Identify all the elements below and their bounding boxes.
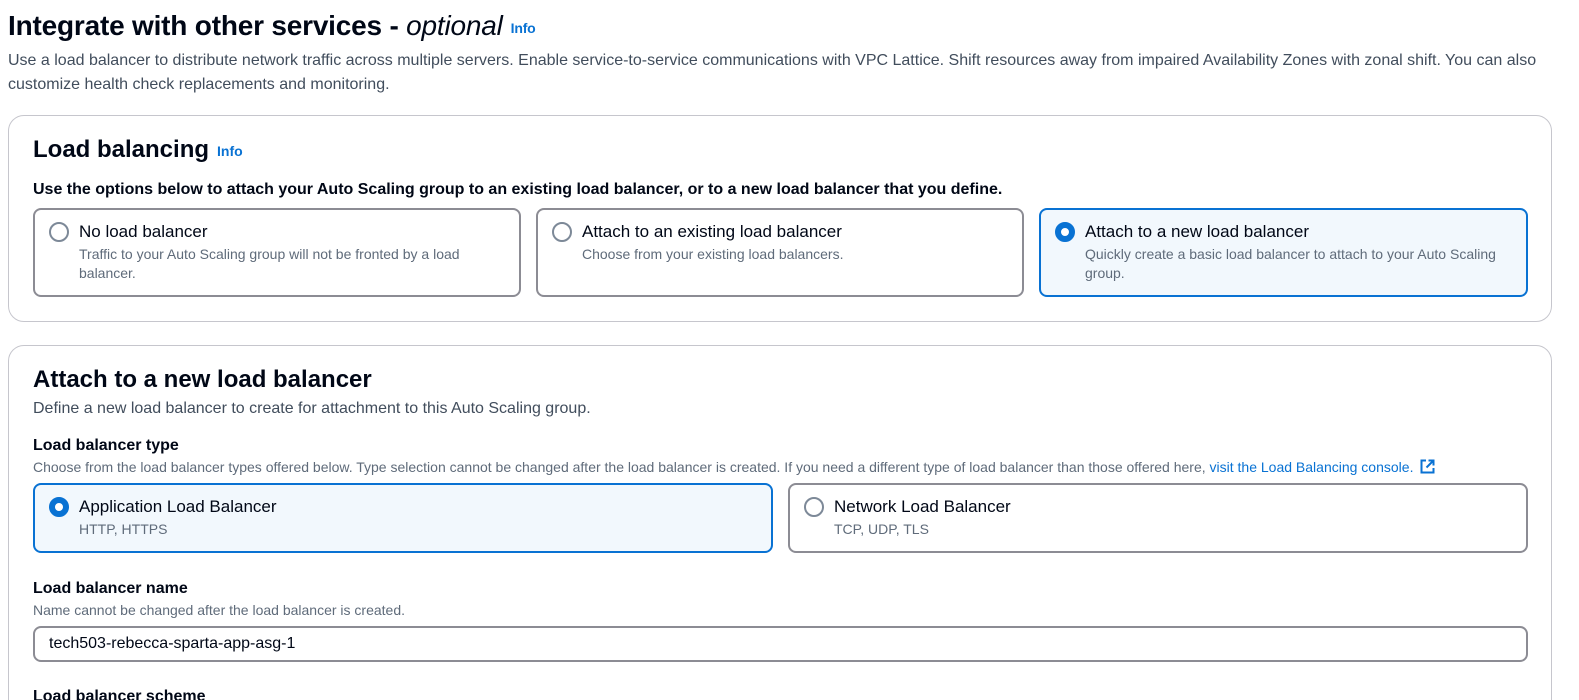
radio-button[interactable]: [552, 222, 572, 242]
section-info-link[interactable]: Info: [511, 20, 536, 36]
load-balancer-name-label: Load balancer name: [33, 580, 188, 597]
radio-button[interactable]: [49, 222, 69, 242]
type-description-text: Choose from the load balancer types offe…: [33, 459, 1210, 475]
load-balancing-console-link[interactable]: visit the Load Balancing console.: [1210, 459, 1437, 475]
load-balancing-title: Load balancing Info: [33, 134, 243, 167]
option-description: Traffic to your Auto Scaling group will …: [79, 246, 460, 281]
type-description: HTTP, HTTPS: [79, 521, 168, 537]
page-title: Integrate with other services - optional…: [8, 8, 536, 46]
radio-button-selected[interactable]: [49, 497, 69, 517]
page-title-optional: optional: [406, 10, 503, 41]
console-link-text: visit the Load Balancing console.: [1209, 459, 1414, 475]
new-load-balancer-title: Attach to a new load balancer: [33, 366, 372, 393]
option-no-load-balancer[interactable]: No load balancer Traffic to your Auto Sc…: [33, 208, 521, 297]
load-balancer-type-label: Load balancer type: [33, 437, 179, 454]
load-balancer-name-input[interactable]: [33, 626, 1528, 662]
load-balancer-scheme-label: Load balancer scheme: [33, 688, 206, 700]
load-balancer-name-description: Name cannot be changed after the load ba…: [33, 602, 406, 618]
load-balancing-instruction: Use the options below to attach your Aut…: [33, 181, 1003, 198]
option-new-load-balancer[interactable]: Attach to a new load balancer Quickly cr…: [1039, 208, 1528, 297]
type-description: TCP, UDP, TLS: [834, 521, 929, 537]
external-link-icon: [1419, 458, 1436, 480]
option-existing-load-balancer[interactable]: Attach to an existing load balancer Choo…: [536, 208, 1024, 297]
load-balancing-container: Load balancing Info Use the options below…: [8, 115, 1552, 322]
type-label: Network Load Balancer: [834, 497, 1011, 516]
new-load-balancer-container: Attach to a new load balancer Define a n…: [8, 345, 1552, 700]
option-label: No load balancer: [79, 222, 208, 241]
option-label: Attach to an existing load balancer: [582, 222, 842, 241]
load-balancing-title-text: Load balancing: [33, 136, 210, 163]
type-application-load-balancer[interactable]: Application Load Balancer HTTP, HTTPS: [33, 483, 773, 553]
option-description: Choose from your existing load balancers…: [582, 246, 844, 262]
new-load-balancer-description: Define a new load balancer to create for…: [33, 400, 591, 417]
radio-button[interactable]: [804, 497, 824, 517]
page-title-main: Integrate with other services -: [8, 10, 407, 41]
load-balancing-info-link[interactable]: Info: [217, 143, 243, 159]
page-description: Use a load balancer to distribute networ…: [8, 52, 1537, 93]
option-description: Quickly create a basic load balancer to …: [1085, 246, 1496, 281]
type-label: Application Load Balancer: [79, 497, 277, 516]
radio-button-selected[interactable]: [1055, 222, 1075, 242]
type-network-load-balancer[interactable]: Network Load Balancer TCP, UDP, TLS: [788, 483, 1528, 553]
load-balancer-type-description: Choose from the load balancer types offe…: [33, 458, 1436, 480]
option-label: Attach to a new load balancer: [1085, 222, 1309, 241]
